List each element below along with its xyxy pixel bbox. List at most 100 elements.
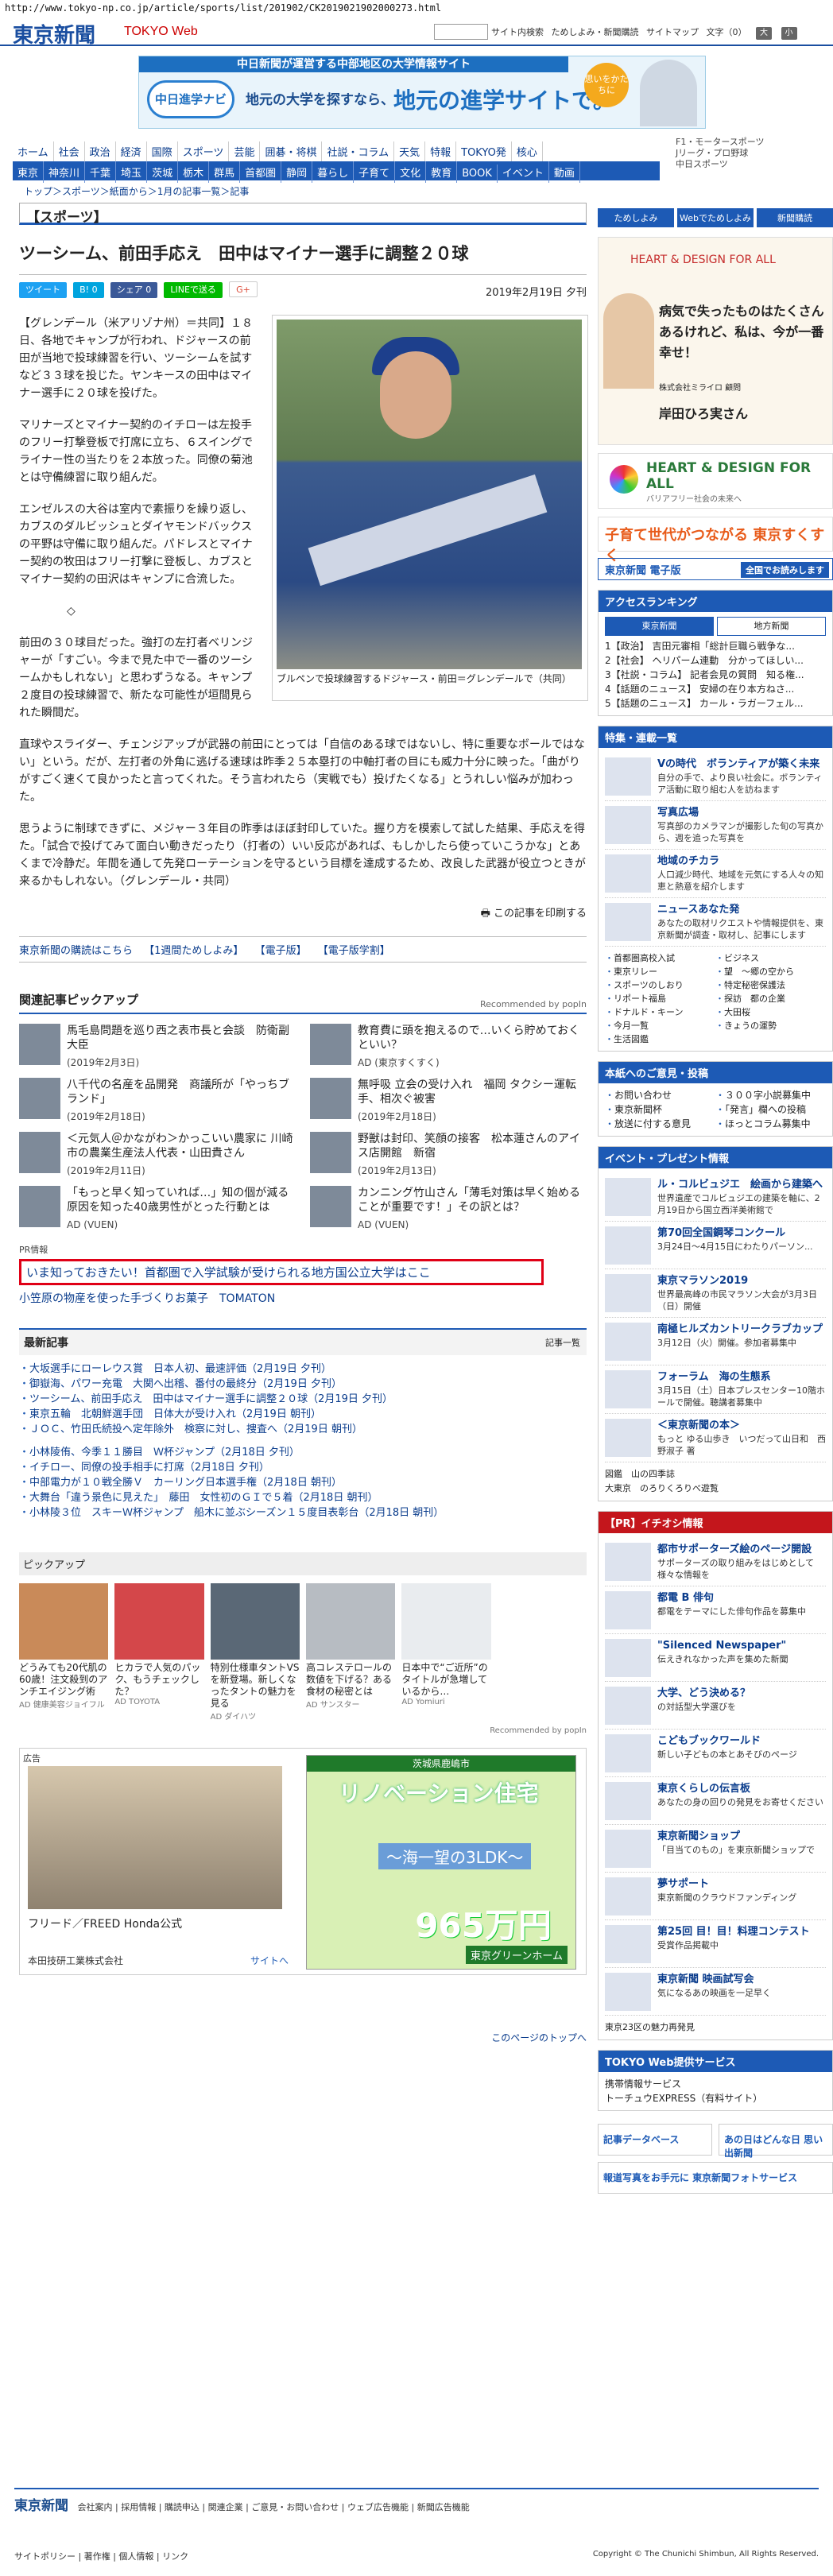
ranking-tab-tokyo[interactable]: 東京新聞 (605, 617, 714, 636)
tokushu-link[interactable]: 探訪 都の企業 (715, 992, 826, 1005)
shingaku-navi-banner[interactable]: 中日新聞が運営する中部地区の大学情報サイト 中日進学ナビ 地元の大学を探すなら、… (138, 56, 706, 129)
nav-item[interactable]: 社説・コラム (322, 141, 395, 161)
tokushu-link[interactable]: 生活図鑑 (605, 1032, 715, 1046)
subnav-item[interactable]: 千葉 (85, 161, 117, 183)
tokushu-link[interactable]: 大田桜 (715, 1005, 826, 1019)
latest-item[interactable]: 小林陵侑、今季１１勝目 Ｗ杯ジャンプ（2月18日 夕刊） (19, 1445, 587, 1460)
tokushu-link[interactable]: 東京リレー (605, 965, 715, 978)
event-link[interactable]: 図鑑 山の四季誌 (605, 1467, 826, 1482)
heart-design-banner[interactable]: HEART & DESIGN FOR ALL バリアフリー社会の未来へ (598, 453, 833, 509)
tokushu-link[interactable]: スポーツのしおり (605, 978, 715, 992)
subnav-item[interactable]: 東京 (13, 161, 45, 183)
event-item[interactable]: ＜東京新聞の本＞ もっと ゆる山歩き いつだって山日和 西野淑子 著 (605, 1414, 826, 1462)
footer-link[interactable]: 新聞広告機能 (417, 2502, 470, 2512)
tokushu-link[interactable]: ビジネス (715, 951, 826, 965)
latest-item[interactable]: 大坂選手にローレウス賞 日本人初、最速評価（2月19日 夕刊） (19, 1362, 587, 1377)
latest-item[interactable]: 東京五輪 北朝鮮選手団 日体大が受け入れ（2月19日 朝刊） (19, 1407, 587, 1422)
pr-item[interactable]: "Silenced Newspaper" 伝えきれなかった声を集めた新聞 (605, 1634, 826, 1682)
related-item[interactable]: 無呼吸 立会の受け入れ 福岡 タクシー運転手、相次ぐ被害 (2019年2月18日) (310, 1078, 587, 1124)
font-large-button[interactable]: 大 (756, 27, 772, 40)
site-link[interactable]: サイトへ (250, 1954, 289, 1967)
tokushu-link[interactable]: 今月一覧 (605, 1019, 715, 1032)
tokushu-link[interactable]: リポート福島 (605, 992, 715, 1005)
ranking-item[interactable]: 4【話題のニュース】 安婦の在り本方ねさ... (605, 682, 826, 696)
nav-item[interactable]: スポーツ (178, 141, 230, 161)
car-ad-caption[interactable]: フリード／FREED Honda公式 (28, 1916, 182, 1931)
event-item[interactable]: 東京マラソン2019 世界最高峰の市民マラソン大会が3月3日（日）開催 (605, 1269, 826, 1318)
subnav-item[interactable]: 神奈川 (44, 161, 86, 183)
tokushu-link[interactable]: きょうの運勢 (715, 1019, 826, 1032)
footer-link[interactable]: 採用情報 (121, 2502, 156, 2512)
nav-item[interactable]: 社会 (54, 141, 85, 161)
digital-edition-banner[interactable]: 東京新聞 電子版 全国でお読みします (598, 558, 833, 580)
latest-item[interactable]: イチロー、同僚の投手相手に打席（2月18日 夕刊） (19, 1460, 587, 1475)
latest-item[interactable]: 御嶽海、パワー充電 大関へ出稽、番付の最終分（2月19日 夕刊） (19, 1377, 587, 1392)
event-item[interactable]: 第70回全国鋼琴コンクール 3月24日〜4月15日にわたりパーソン... (605, 1222, 826, 1269)
site-search-input[interactable] (434, 24, 488, 40)
nav-item[interactable]: 政治 (85, 141, 116, 161)
ranking-tab-local[interactable]: 地方新聞 (717, 617, 826, 636)
pickup-card[interactable]: 特別仕様車タントVSを新登場。新しくなったタントの魅力を見る AD ダイハツ (210, 1583, 300, 1722)
subnav-item[interactable]: 首都圏 (240, 161, 282, 183)
tweet-button[interactable]: ツイート (19, 282, 67, 298)
header-link-subscribe[interactable]: ためしよみ・新聞購読 (552, 27, 639, 37)
back-to-top-link[interactable]: このページのトップへ (19, 2031, 587, 2044)
tokushu-link[interactable]: ドナルド・キーン (605, 1005, 715, 1019)
subnav-item[interactable]: BOOK (457, 165, 498, 183)
facebook-share-button[interactable]: シェア 0 (110, 282, 158, 298)
pr-item[interactable]: 夢サポート 東京新聞のクラウドファンディング (605, 1873, 826, 1920)
pr-highlight-link[interactable]: いま知っておきたい！首都圏で入学試験が受けられる地方国公立大学はここ (19, 1259, 544, 1285)
tokushu-link[interactable]: 望 〜郷の空から (715, 965, 826, 978)
trial-link[interactable]: 【1週間ためしよみ】 (144, 945, 243, 957)
pr-item[interactable]: 東京くらしの伝言板 あなたの身の回りの発見をお寄せください (605, 1777, 826, 1825)
tokyoweb-link[interactable]: トーチュウEXPRESS（有料サイト） (605, 2091, 826, 2105)
pr-item[interactable]: 第25回 目！目！料理コンテスト 受賞作品掲載中 (605, 1920, 826, 1968)
photo-service-banner[interactable]: 報道写真をお手元に 東京新聞フォトサービス (598, 2162, 833, 2194)
related-item[interactable]: 教育費に頭を抱えるので…いくら貯めておくといい？ AD (東京すくすく) (310, 1024, 587, 1070)
digital-button[interactable]: 全国でお読みします (741, 562, 829, 578)
line-button[interactable]: LINEで送る (164, 282, 223, 298)
tab-web-trial[interactable]: Webでためしよみ (677, 208, 754, 227)
pr-item[interactable]: 都電 B 俳句 都電をテーマにした俳句作品を募集中 (605, 1586, 826, 1634)
nav-item[interactable]: 経済 (116, 141, 147, 161)
toko-link[interactable]: 放送に付する意見 (605, 1117, 715, 1131)
nav-item[interactable]: 芸能 (229, 141, 261, 161)
toko-link[interactable]: ３００字小説募集中 (715, 1088, 826, 1102)
footer-link[interactable]: ウェブ広告機能 (347, 2502, 409, 2512)
footer-link[interactable]: ご意見・お問い合わせ (251, 2502, 339, 2512)
event-item[interactable]: 南極ヒルズカントリークラブカップ 3月12日（火）開催。参加者募集中 (605, 1318, 826, 1365)
header-link-sitemap[interactable]: サイトマップ (646, 27, 699, 37)
pickup-card[interactable]: 日本中で“ご近所”のタイトルが急増しているから… AD Yomiuri (401, 1583, 491, 1722)
article-database-banner[interactable]: 記事データベース (598, 2124, 712, 2156)
heart-design-ad[interactable]: HEART & DESIGN FOR ALL 病気で失ったものはたくさんあるけれ… (598, 237, 833, 445)
print-link[interactable]: 🖶 この記事を印刷する (19, 905, 587, 924)
footer-link[interactable]: 購読申込 (165, 2502, 200, 2512)
nav-item[interactable]: TOKYO発 (456, 141, 512, 161)
ranking-item[interactable]: 1【政治】 吉田元審相「総計巨職ら戦争な... (605, 639, 826, 653)
tokyo-web-logo[interactable]: TOKYO Web (124, 25, 198, 39)
event-item[interactable]: フォーラム 海の生態系 3月15日（土）日本プレスセンター10階ホールで開催。聴講… (605, 1365, 826, 1414)
ranking-item[interactable]: 2【社会】 ヘリパーム連動 分かってほしい... (605, 653, 826, 668)
latest-item[interactable]: 小林陵３位 スキーＷ杯ジャンプ 船木に並ぶシーズン１５度目表彰台（2月18日 朝… (19, 1505, 587, 1520)
toko-link[interactable]: 「発言」欄への投稿 (715, 1102, 826, 1117)
breadcrumb[interactable]: トップ＞スポーツ＞紙面から＞1月の記事一覧＞記事 (24, 184, 249, 198)
related-item[interactable]: 野獣は封印、笑顔の接客 松本蓮さんのアイス店開館 新宿 (2019年2月13日) (310, 1132, 587, 1178)
digital-link[interactable]: 【電子版】 (255, 945, 307, 957)
footer-link[interactable]: 著作権 (84, 2551, 110, 2562)
tokushu-link[interactable]: 首都圏高校入試 (605, 951, 715, 965)
footer-link[interactable]: リンク (162, 2551, 188, 2562)
subscribe-link[interactable]: 東京新聞の購読はこちら (19, 945, 133, 957)
tokyoweb-link[interactable]: 携帯情報サービス (605, 2077, 826, 2091)
related-item[interactable]: 八千代の名産を品開発 商議所が「やっちブランド」 (2019年2月18日) (19, 1078, 296, 1124)
nav-item[interactable]: 天気 (394, 141, 426, 161)
nav-item[interactable]: 核心 (512, 141, 543, 161)
f1-link[interactable]: F1・モータースポーツ (676, 137, 765, 148)
footer-link[interactable]: 関連企業 (208, 2502, 243, 2512)
pr-item[interactable]: 東京新聞ショップ 「目当てのもの」を東京新聞ショップで (605, 1825, 826, 1873)
jleague-link[interactable]: Jリーグ・プロ野球 (676, 148, 765, 159)
related-item[interactable]: 「もっと早く知っていれば…」知の個が減る原因を知った40歳男性がとった行動とは A… (19, 1186, 296, 1232)
subnav-item[interactable]: 暮らし (312, 161, 355, 183)
search-button[interactable]: サイト内検索 (491, 27, 544, 37)
student-link[interactable]: 【電子版学割】 (318, 945, 390, 957)
pickup-card[interactable]: 高コレステロールの数値を下げる？ある食材の秘密とは AD サンスター (306, 1583, 396, 1722)
